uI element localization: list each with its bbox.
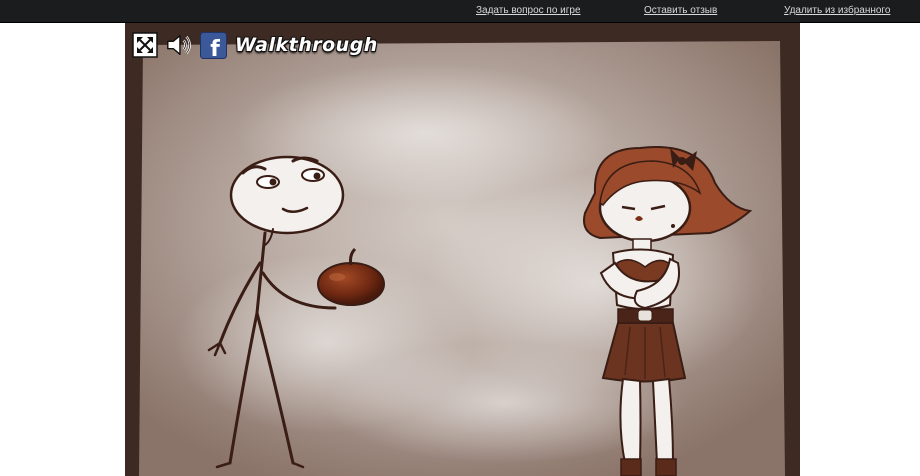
sound-icon[interactable] <box>165 31 193 59</box>
fullscreen-icon[interactable] <box>131 31 159 59</box>
game-hud: f Walkthrough <box>131 30 378 60</box>
svg-text:f: f <box>210 37 220 59</box>
facebook-icon[interactable]: f <box>199 31 227 59</box>
top-bar: Задать вопрос по игре Оставить отзыв Уда… <box>0 0 920 23</box>
game-scene <box>125 23 800 476</box>
ask-question-link[interactable]: Задать вопрос по игре <box>476 5 581 16</box>
remove-favorite-link[interactable]: Удалить из избранного <box>784 5 890 16</box>
walkthrough-button[interactable]: Walkthrough <box>235 34 378 56</box>
leave-review-link[interactable]: Оставить отзыв <box>644 5 717 16</box>
game-canvas[interactable]: f Walkthrough <box>125 23 800 476</box>
